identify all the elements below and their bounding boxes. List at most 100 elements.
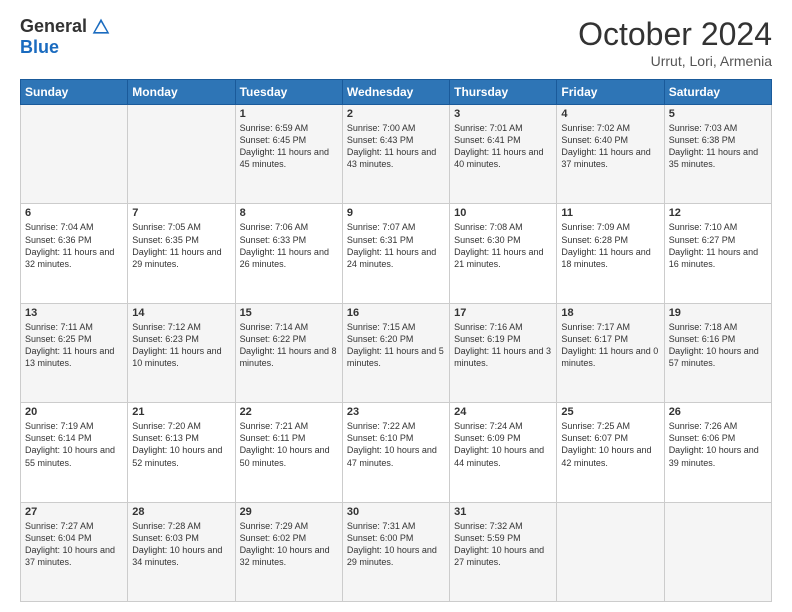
day-number: 27 xyxy=(25,506,123,518)
calendar-cell: 1 Sunrise: 6:59 AM Sunset: 6:45 PM Daylig… xyxy=(235,105,342,204)
subtitle: Urrut, Lori, Armenia xyxy=(578,53,772,69)
logo-general: General xyxy=(20,16,87,37)
cell-content: Sunrise: 7:12 AM Sunset: 6:23 PM Dayligh… xyxy=(132,321,230,370)
calendar-cell: 21 Sunrise: 7:20 AM Sunset: 6:13 PM Dayli… xyxy=(128,403,235,502)
cell-content: Sunrise: 7:28 AM Sunset: 6:03 PM Dayligh… xyxy=(132,520,230,569)
calendar-week-row: 6 Sunrise: 7:04 AM Sunset: 6:36 PM Daylig… xyxy=(21,204,772,303)
calendar-cell: 8 Sunrise: 7:06 AM Sunset: 6:33 PM Daylig… xyxy=(235,204,342,303)
calendar-cell: 9 Sunrise: 7:07 AM Sunset: 6:31 PM Daylig… xyxy=(342,204,449,303)
cell-content: Sunrise: 7:05 AM Sunset: 6:35 PM Dayligh… xyxy=(132,221,230,270)
cell-content: Sunrise: 7:14 AM Sunset: 6:22 PM Dayligh… xyxy=(240,321,338,370)
day-number: 7 xyxy=(132,207,230,219)
cell-content: Sunrise: 6:59 AM Sunset: 6:45 PM Dayligh… xyxy=(240,122,338,171)
calendar-cell: 31 Sunrise: 7:32 AM Sunset: 5:59 PM Dayli… xyxy=(450,502,557,601)
cell-content: Sunrise: 7:00 AM Sunset: 6:43 PM Dayligh… xyxy=(347,122,445,171)
cell-content: Sunrise: 7:07 AM Sunset: 6:31 PM Dayligh… xyxy=(347,221,445,270)
main-title: October 2024 xyxy=(578,16,772,53)
cell-content: Sunrise: 7:18 AM Sunset: 6:16 PM Dayligh… xyxy=(669,321,767,370)
calendar-cell xyxy=(21,105,128,204)
calendar-cell: 4 Sunrise: 7:02 AM Sunset: 6:40 PM Daylig… xyxy=(557,105,664,204)
day-number: 4 xyxy=(561,108,659,120)
cell-content: Sunrise: 7:26 AM Sunset: 6:06 PM Dayligh… xyxy=(669,420,767,469)
day-number: 20 xyxy=(25,406,123,418)
cell-content: Sunrise: 7:16 AM Sunset: 6:19 PM Dayligh… xyxy=(454,321,552,370)
calendar-day-header: Thursday xyxy=(450,80,557,105)
day-number: 5 xyxy=(669,108,767,120)
cell-content: Sunrise: 7:17 AM Sunset: 6:17 PM Dayligh… xyxy=(561,321,659,370)
day-number: 9 xyxy=(347,207,445,219)
cell-content: Sunrise: 7:29 AM Sunset: 6:02 PM Dayligh… xyxy=(240,520,338,569)
day-number: 10 xyxy=(454,207,552,219)
calendar-cell xyxy=(557,502,664,601)
day-number: 3 xyxy=(454,108,552,120)
cell-content: Sunrise: 7:25 AM Sunset: 6:07 PM Dayligh… xyxy=(561,420,659,469)
cell-content: Sunrise: 7:08 AM Sunset: 6:30 PM Dayligh… xyxy=(454,221,552,270)
calendar-day-header: Sunday xyxy=(21,80,128,105)
cell-content: Sunrise: 7:27 AM Sunset: 6:04 PM Dayligh… xyxy=(25,520,123,569)
day-number: 13 xyxy=(25,307,123,319)
cell-content: Sunrise: 7:19 AM Sunset: 6:14 PM Dayligh… xyxy=(25,420,123,469)
calendar-cell: 6 Sunrise: 7:04 AM Sunset: 6:36 PM Daylig… xyxy=(21,204,128,303)
logo: General Blue xyxy=(20,16,111,58)
day-number: 24 xyxy=(454,406,552,418)
calendar-cell: 27 Sunrise: 7:27 AM Sunset: 6:04 PM Dayli… xyxy=(21,502,128,601)
day-number: 30 xyxy=(347,506,445,518)
calendar-day-header: Tuesday xyxy=(235,80,342,105)
logo-icon xyxy=(91,17,111,37)
cell-content: Sunrise: 7:15 AM Sunset: 6:20 PM Dayligh… xyxy=(347,321,445,370)
cell-content: Sunrise: 7:20 AM Sunset: 6:13 PM Dayligh… xyxy=(132,420,230,469)
day-number: 1 xyxy=(240,108,338,120)
day-number: 19 xyxy=(669,307,767,319)
calendar-cell: 14 Sunrise: 7:12 AM Sunset: 6:23 PM Dayli… xyxy=(128,303,235,402)
day-number: 6 xyxy=(25,207,123,219)
day-number: 8 xyxy=(240,207,338,219)
calendar-week-row: 13 Sunrise: 7:11 AM Sunset: 6:25 PM Dayli… xyxy=(21,303,772,402)
cell-content: Sunrise: 7:21 AM Sunset: 6:11 PM Dayligh… xyxy=(240,420,338,469)
day-number: 21 xyxy=(132,406,230,418)
calendar-cell: 28Sunrise: 7:28 AM Sunset: 6:03 PM Dayli… xyxy=(128,502,235,601)
day-number: 26 xyxy=(669,406,767,418)
page: General Blue October 2024 Urrut, Lori, A… xyxy=(0,0,792,612)
calendar-cell: 29 Sunrise: 7:29 AM Sunset: 6:02 PM Dayli… xyxy=(235,502,342,601)
calendar-cell: 18Sunrise: 7:17 AM Sunset: 6:17 PM Dayli… xyxy=(557,303,664,402)
calendar-cell: 11Sunrise: 7:09 AM Sunset: 6:28 PM Dayli… xyxy=(557,204,664,303)
calendar-week-row: 20 Sunrise: 7:19 AM Sunset: 6:14 PM Dayli… xyxy=(21,403,772,502)
cell-content: Sunrise: 7:32 AM Sunset: 5:59 PM Dayligh… xyxy=(454,520,552,569)
day-number: 15 xyxy=(240,307,338,319)
calendar-cell: 15 Sunrise: 7:14 AM Sunset: 6:22 PM Dayli… xyxy=(235,303,342,402)
cell-content: Sunrise: 7:11 AM Sunset: 6:25 PM Dayligh… xyxy=(25,321,123,370)
day-number: 2 xyxy=(347,108,445,120)
day-number: 12 xyxy=(669,207,767,219)
calendar-cell: 23Sunrise: 7:22 AM Sunset: 6:10 PM Dayli… xyxy=(342,403,449,502)
day-number: 29 xyxy=(240,506,338,518)
cell-content: Sunrise: 7:03 AM Sunset: 6:38 PM Dayligh… xyxy=(669,122,767,171)
logo-blue: Blue xyxy=(20,37,59,58)
day-number: 16 xyxy=(347,307,445,319)
cell-content: Sunrise: 7:31 AM Sunset: 6:00 PM Dayligh… xyxy=(347,520,445,569)
calendar-cell: 16 Sunrise: 7:15 AM Sunset: 6:20 PM Dayli… xyxy=(342,303,449,402)
calendar-cell: 20 Sunrise: 7:19 AM Sunset: 6:14 PM Dayli… xyxy=(21,403,128,502)
calendar-cell: 12 Sunrise: 7:10 AM Sunset: 6:27 PM Dayli… xyxy=(664,204,771,303)
day-number: 14 xyxy=(132,307,230,319)
calendar-cell: 2 Sunrise: 7:00 AM Sunset: 6:43 PM Daylig… xyxy=(342,105,449,204)
calendar-cell: 13 Sunrise: 7:11 AM Sunset: 6:25 PM Dayli… xyxy=(21,303,128,402)
cell-content: Sunrise: 7:06 AM Sunset: 6:33 PM Dayligh… xyxy=(240,221,338,270)
calendar-cell: 5 Sunrise: 7:03 AM Sunset: 6:38 PM Daylig… xyxy=(664,105,771,204)
title-section: October 2024 Urrut, Lori, Armenia xyxy=(578,16,772,69)
day-number: 31 xyxy=(454,506,552,518)
cell-content: Sunrise: 7:10 AM Sunset: 6:27 PM Dayligh… xyxy=(669,221,767,270)
header: General Blue October 2024 Urrut, Lori, A… xyxy=(20,16,772,69)
calendar-cell xyxy=(664,502,771,601)
calendar-cell: 10 Sunrise: 7:08 AM Sunset: 6:30 PM Dayli… xyxy=(450,204,557,303)
cell-content: Sunrise: 7:02 AM Sunset: 6:40 PM Dayligh… xyxy=(561,122,659,171)
calendar-day-header: Saturday xyxy=(664,80,771,105)
cell-content: Sunrise: 7:09 AM Sunset: 6:28 PM Dayligh… xyxy=(561,221,659,270)
calendar-day-header: Wednesday xyxy=(342,80,449,105)
calendar-header-row: SundayMondayTuesdayWednesdayThursdayFrid… xyxy=(21,80,772,105)
calendar-cell: 17 Sunrise: 7:16 AM Sunset: 6:19 PM Dayli… xyxy=(450,303,557,402)
logo-text: General xyxy=(20,16,111,37)
cell-content: Sunrise: 7:04 AM Sunset: 6:36 PM Dayligh… xyxy=(25,221,123,270)
cell-content: Sunrise: 7:22 AM Sunset: 6:10 PM Dayligh… xyxy=(347,420,445,469)
day-number: 17 xyxy=(454,307,552,319)
calendar-day-header: Monday xyxy=(128,80,235,105)
